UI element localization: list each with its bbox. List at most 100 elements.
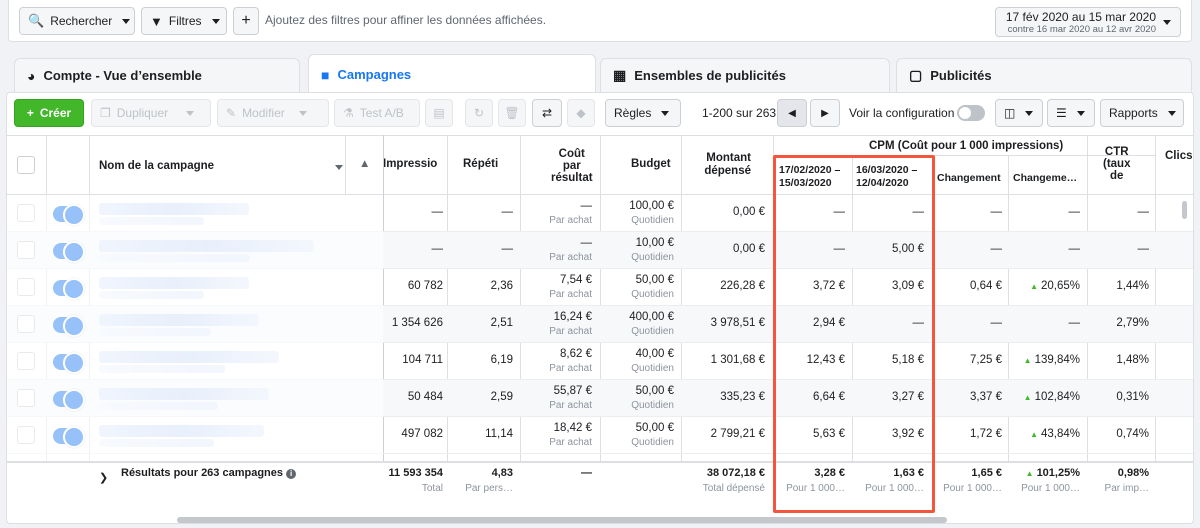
cell-sub-budget: Quotidien [631,215,674,226]
plus-icon: + [241,12,251,29]
refresh-button[interactable]: ↻ [465,99,493,127]
table-row[interactable]: 497 082 11,14 18,42 € Par achat 50,00 € Quoti… [7,417,1193,454]
filters-button[interactable]: ▼ Filtres [141,7,227,35]
cell-value: — [431,206,444,218]
cell-budget: 40,00 € [600,348,674,360]
column-cost-line3: résultat [551,172,593,184]
edit-button[interactable]: ✎ Modifier [217,99,329,127]
copy-icon: ❐ [100,106,111,120]
campaign-toggle[interactable] [53,426,85,448]
row-checkbox[interactable] [17,389,35,407]
create-button[interactable]: + Créer [14,99,84,127]
clipboard-button[interactable]: ▤ [425,99,453,127]
row-checkbox[interactable] [17,315,35,333]
prev-page-button[interactable]: ◀ [777,99,807,127]
cell-sub-cost: Par achat [549,326,592,337]
table-row[interactable]: 104 711 6,19 8,62 € Par achat 40,00 € Quotidi… [7,343,1193,380]
cell-cost: 18,42 € [520,422,592,434]
cell-value: 43,84% [1040,428,1080,440]
next-page-button[interactable]: ▶ [810,99,840,127]
column-impressions[interactable]: Impressio [383,158,437,170]
row-checkbox[interactable] [17,241,35,259]
column-repetition[interactable]: Répéti [463,158,498,170]
tag-button[interactable]: ◆ [567,99,595,127]
date-range-picker[interactable]: 17 fév 2020 au 15 mar 2020 contre 16 mar… [995,7,1181,37]
cell-value: 55,87 € [553,385,592,397]
cell-value: 11,14 [485,428,513,440]
campaign-toggle[interactable] [53,204,85,226]
table-row[interactable]: 60 782 2,36 7,54 € Par achat 50,00 € Quotidie… [7,269,1193,306]
column-clicks[interactable]: Clics [1165,150,1193,162]
footer-rep-sub: Par pers… [465,483,513,494]
cell-chg: — [932,317,1003,329]
reports-button[interactable]: Rapports [1100,99,1184,127]
column-budget[interactable]: Budget [631,158,671,170]
cell-rep: 2,51 [447,317,513,329]
column-ctr[interactable]: CTR (taux de [1103,146,1130,182]
redacted-campaign-name [99,351,279,363]
cell-value: 50 484 [407,391,443,403]
horizontal-scrollbar[interactable] [177,517,947,523]
table-row[interactable]: 1 354 626 2,51 16,24 € Par achat 400,00 € Quo… [7,306,1193,343]
campaign-toggle[interactable] [53,352,85,374]
cell-value: 3 978,51 € [710,317,765,329]
grid-line [345,135,346,195]
cell-budget: 400,00 € [600,311,674,323]
ab-test-label: Test A/B [359,106,404,120]
redacted-campaign-detail [99,328,211,336]
duplicate-button[interactable]: ❐ Dupliquer [91,99,211,127]
tab-ad-sets[interactable]: ▦ Ensembles de publicités [600,58,890,92]
campaign-toggle[interactable] [53,241,85,263]
select-all-checkbox[interactable] [17,156,35,174]
table-row[interactable]: — — — Par achat 100,00 € Quotidien 0,00 € — — — — — [7,195,1193,232]
row-checkbox[interactable] [17,204,35,222]
info-icon[interactable]: i [286,469,297,479]
tab-account-overview[interactable]: ◕ Compte - Vue d’ensemble [14,58,300,92]
column-cpm-group[interactable]: CPM (Coût pour 1 000 impressions) [869,140,1063,152]
campaign-toggle[interactable] [53,278,85,300]
campaign-toggle[interactable] [53,315,85,337]
chevron-down-icon [186,110,195,116]
column-spent[interactable]: Montant dépensé [703,152,751,178]
footer-ctr-sub: Par imp… [1104,483,1149,494]
cell-value: 400,00 € [629,311,674,323]
tab-ads[interactable]: ▢ Publicités [896,58,1192,92]
delete-button[interactable]: 🗑 [498,99,526,127]
vertical-scrollbar[interactable] [1182,201,1187,219]
search-button[interactable]: 🔍 Rechercher [19,7,135,35]
export-button[interactable]: ⇄ [532,99,562,127]
cell-rep: 2,59 [447,391,513,403]
config-toggle[interactable] [957,105,985,121]
table-row[interactable]: — — — Par achat 10,00 € Quotidien 0,00 € —5,00 … [7,232,1193,269]
breakdown-button[interactable]: ☰ [1047,99,1095,127]
redacted-campaign-detail [99,402,218,410]
sort-icon[interactable] [335,165,343,170]
columns-button[interactable]: ◫ [995,99,1043,127]
cell-value: 104 711 [402,354,443,366]
chevron-down-icon [122,18,131,24]
tab-campaigns[interactable]: ■ Campagnes [308,54,596,94]
row-checkbox[interactable] [17,352,35,370]
column-change-pct[interactable]: Changeme… [1013,172,1077,184]
row-checkbox[interactable] [17,278,35,296]
cell-value: 139,84% [1034,354,1080,366]
column-change[interactable]: Changement [937,172,1001,184]
cell-value: 2,59 [490,391,513,403]
rules-button[interactable]: Règles [605,99,681,127]
search-label: Rechercher [50,14,113,28]
row-checkbox[interactable] [17,426,35,444]
cell-value: 0,00 € [733,243,765,255]
cell-chgpct: ▲ 43,84% [1008,428,1080,440]
add-filter-button[interactable]: + [233,7,259,35]
column-name[interactable]: Nom de la campagne [99,160,214,172]
cell-value: 2 799,21 € [710,428,765,440]
ab-test-button[interactable]: ⚗ Test A/B [334,99,420,127]
expand-chevron-icon[interactable]: ❯ [99,471,108,484]
table-row[interactable]: 50 484 2,59 55,87 € Par achat 50,00 € Quotidi… [7,380,1193,417]
cell-chgpct: ▲ 102,84% [1008,391,1080,403]
cell-value: 335,23 € [720,391,765,403]
campaign-toggle[interactable] [53,389,85,411]
pencil-icon: ✎ [226,106,237,120]
cell-ctr: 0,74% [1087,428,1149,440]
column-cost-result[interactable]: Coût par résultat [551,148,593,184]
